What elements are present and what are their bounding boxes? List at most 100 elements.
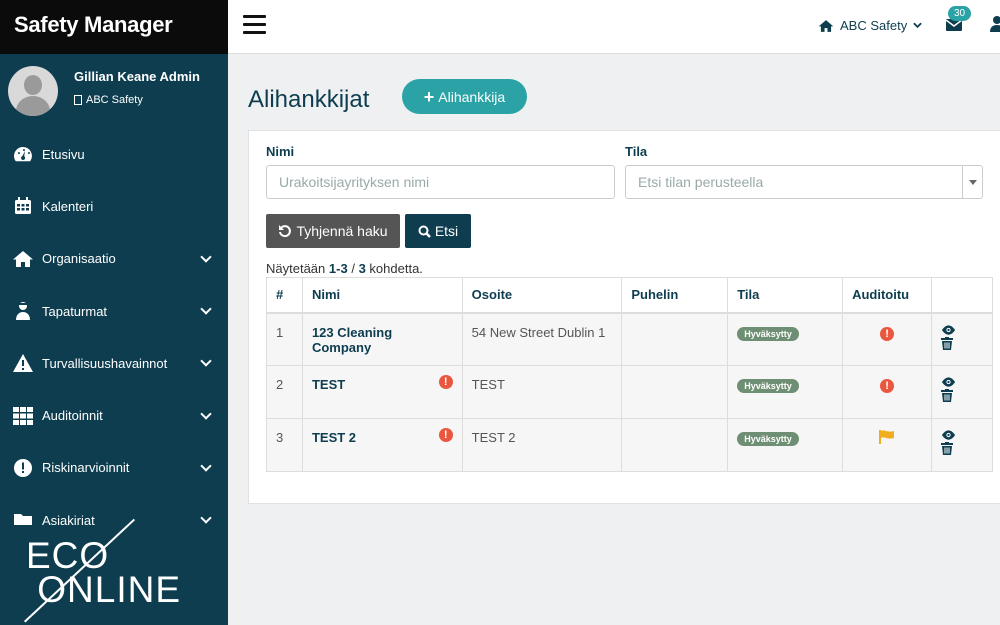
row-address: 54 New Street Dublin 1 — [461, 312, 623, 366]
col-header-audited[interactable]: Auditoitu — [842, 277, 933, 314]
dashboard-icon — [12, 143, 34, 165]
chevron-down-icon[interactable] — [962, 166, 982, 198]
col-header-actions — [931, 277, 993, 314]
topbar: ABC Safety 30 — [228, 0, 1000, 54]
sidebar-item-label: Organisaatio — [42, 251, 116, 267]
sidebar-item-label: Turvallisuushavainnot — [42, 355, 168, 371]
sidebar-item-label: Riskinarvioinnit — [42, 460, 130, 476]
row-actions — [931, 365, 993, 419]
view-eye-icon[interactable] — [941, 324, 956, 335]
status-filter-label: Tila — [625, 144, 648, 159]
clear-search-label: Tyhjennä haku — [296, 223, 388, 239]
row-phone — [621, 418, 729, 472]
sidebar-item-organisaatio[interactable]: Organisaatio — [0, 233, 228, 285]
warning-icon: ! — [438, 375, 453, 389]
warning-icon: ! — [880, 379, 895, 393]
undo-icon — [279, 225, 292, 238]
view-eye-icon[interactable] — [941, 430, 956, 440]
row-phone — [621, 312, 729, 366]
plus-icon: + — [423, 86, 435, 107]
row-num: 1 — [266, 312, 303, 366]
sidebar-item-kalenteri[interactable]: Kalenteri — [0, 180, 228, 232]
sidebar: Safety Manager Gillian Keane Admin ABC S… — [0, 0, 228, 625]
app-title: Safety Manager — [0, 0, 228, 54]
name-filter-label: Nimi — [266, 144, 295, 159]
col-header-num: # — [266, 277, 303, 314]
warning-icon: ! — [880, 326, 895, 341]
user-org: ABC Safety — [74, 94, 200, 106]
avatar — [8, 66, 58, 116]
row-audited: ! — [842, 312, 933, 366]
col-header-status[interactable]: Tila — [727, 277, 844, 314]
name-search-input[interactable]: Urakoitsijayrityksen nimi — [266, 165, 615, 199]
results-count: Näytetään 1-3 / 3 kohdetta. — [266, 261, 423, 276]
trash-icon[interactable] — [941, 389, 954, 402]
chevron-down-icon — [200, 355, 212, 367]
row-actions — [931, 418, 993, 472]
sidebar-item-etusivu[interactable]: Etusivu — [0, 128, 228, 180]
clear-search-button[interactable]: Tyhjennä haku — [266, 214, 400, 248]
chevron-down-icon — [200, 251, 212, 263]
building-icon — [74, 94, 82, 105]
chevron-down-icon — [200, 303, 212, 315]
sidebar-item-riskinarvioinnit[interactable]: Riskinarvioinnit — [0, 442, 228, 494]
menu-toggle-icon[interactable] — [243, 15, 266, 35]
exclamation-icon — [12, 457, 34, 479]
user-name: Gillian Keane Admin — [74, 68, 200, 84]
sidebar-item-label: Etusivu — [42, 146, 85, 162]
row-name[interactable]: TEST! — [301, 365, 463, 419]
grid-icon — [12, 405, 34, 427]
row-num: 2 — [266, 365, 303, 419]
col-header-name[interactable]: Nimi — [301, 277, 463, 314]
table-row: 3 TEST 2! TEST 2 Hyväksytty — [266, 418, 993, 472]
row-status: Hyväksytty — [727, 418, 844, 472]
chevron-down-icon — [200, 407, 212, 420]
status-select[interactable]: Etsi tilan perusteella — [625, 165, 983, 199]
row-name[interactable]: 123 Cleaning Company — [301, 312, 463, 366]
sidebar-item-tapaturmat[interactable]: Tapaturmat — [0, 285, 228, 337]
chevron-down-icon — [913, 22, 922, 29]
trash-icon[interactable] — [941, 442, 954, 455]
user-injured-icon — [12, 300, 34, 322]
chevron-down-icon — [200, 512, 212, 524]
row-audited — [842, 418, 933, 472]
chevron-down-icon — [200, 460, 212, 472]
sidebar-item-label: Auditoinnit — [42, 408, 103, 424]
row-audited: ! — [842, 365, 933, 419]
mail-count-badge: 30 — [948, 6, 972, 21]
table-row: 2 TEST! TEST Hyväksytty ! — [266, 365, 993, 419]
view-eye-icon[interactable] — [941, 377, 956, 387]
user-icon[interactable] — [990, 16, 1000, 35]
row-status: Hyväksytty — [727, 312, 844, 366]
sidebar-item-turvallisuushavainnot[interactable]: Turvallisuushavainnot — [0, 337, 228, 389]
row-phone — [621, 365, 729, 419]
warning-icon — [12, 352, 34, 374]
add-subcontractor-button[interactable]: + Alihankkija — [402, 79, 527, 114]
sidebar-item-auditoinnit[interactable]: Auditoinnit — [0, 389, 228, 441]
col-header-address[interactable]: Osoite — [461, 277, 623, 314]
flag-icon — [879, 430, 895, 444]
status-badge: Hyväksytty — [737, 379, 799, 393]
warning-icon: ! — [438, 428, 453, 442]
add-button-label: Alihankkija — [438, 88, 506, 105]
status-select-placeholder: Etsi tilan perusteella — [638, 174, 764, 190]
search-label: Etsi — [434, 223, 459, 239]
subcontractors-table: # Nimi Osoite Puhelin Tila Auditoitu 1 1… — [266, 277, 993, 472]
status-badge: Hyväksytty — [737, 326, 799, 341]
search-button[interactable]: Etsi — [405, 214, 471, 248]
row-address: TEST 2 — [461, 418, 623, 472]
col-header-phone[interactable]: Puhelin — [621, 277, 729, 314]
row-name[interactable]: TEST 2! — [301, 418, 463, 472]
user-org-label: ABC Safety — [86, 93, 143, 106]
page-title: Alihankkijat — [248, 86, 370, 113]
trash-icon[interactable] — [941, 336, 954, 350]
table-row: 1 123 Cleaning Company 54 New Street Dub… — [266, 312, 993, 366]
org-switcher-label: ABC Safety — [840, 18, 908, 33]
row-actions — [931, 312, 993, 366]
org-switcher[interactable]: ABC Safety — [818, 18, 922, 33]
calendar-icon — [12, 195, 34, 217]
home-icon — [12, 248, 34, 270]
user-profile[interactable]: Gillian Keane Admin ABC Safety — [0, 54, 228, 128]
row-num: 3 — [266, 418, 303, 472]
sidebar-nav: Etusivu Kalenteri Organisaatio Tapaturma… — [0, 128, 228, 546]
